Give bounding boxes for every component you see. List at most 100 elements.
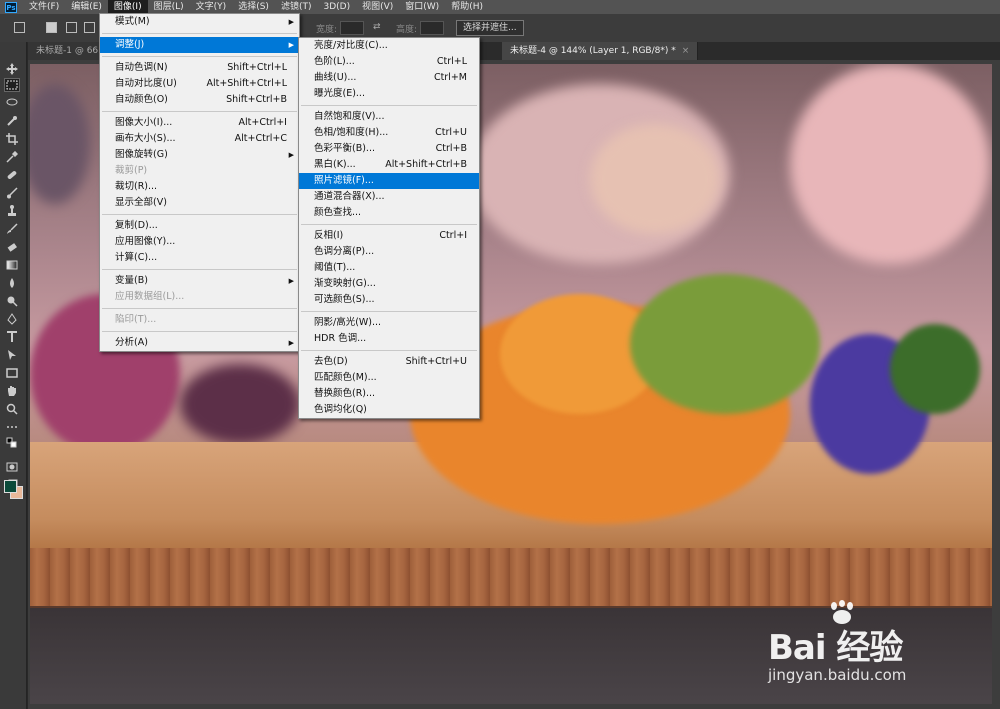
adjust-menu-item-0[interactable]: 亮度/对比度(C)... <box>299 38 479 54</box>
tools-panel <box>0 42 27 709</box>
menu-file[interactable]: 文件(F) <box>23 0 65 14</box>
history-brush-tool-icon[interactable] <box>4 222 20 236</box>
adjust-menu-item-3[interactable]: 曝光度(E)... <box>299 86 479 102</box>
clone-stamp-tool-icon[interactable] <box>4 204 20 218</box>
hand-tool-icon[interactable] <box>4 384 20 398</box>
adjust-menu-item-8[interactable]: 黑白(K)... Alt+Shift+Ctrl+B <box>299 157 479 173</box>
image-menu-separator <box>102 331 297 332</box>
image-menu-item-6[interactable]: 自动颜色(O) Shift+Ctrl+B <box>100 92 299 108</box>
image-menu-item-19[interactable]: 变量(B) ▶ <box>100 273 299 289</box>
menu-select[interactable]: 选择(S) <box>232 0 275 14</box>
quick-mask-icon[interactable] <box>4 460 20 474</box>
move-tool-icon[interactable] <box>4 62 20 76</box>
image-menu-item-17[interactable]: 计算(C)... <box>100 250 299 266</box>
adjust-menu-item-shortcut: Ctrl+L <box>436 56 467 67</box>
image-menu-item-16[interactable]: 应用图像(Y)... <box>100 234 299 250</box>
adjust-menu-item-label: 照片滤镜(F)... <box>314 175 374 186</box>
tab-document-1[interactable]: 未标题-1 @ 66.7 <box>28 42 107 60</box>
image-menu-item-10[interactable]: 图像旋转(G) ▶ <box>100 147 299 163</box>
menu-type[interactable]: 文字(Y) <box>190 0 233 14</box>
image-menu-item-shortcut: Alt+Ctrl+I <box>238 117 288 128</box>
adjust-menu-item-17[interactable]: 可选颜色(S)... <box>299 292 479 308</box>
pen-tool-icon[interactable] <box>4 312 20 326</box>
adjust-menu-item-9[interactable]: 照片滤镜(F)... <box>299 173 479 189</box>
image-menu-item-5[interactable]: 自动对比度(U) Alt+Shift+Ctrl+L <box>100 76 299 92</box>
quick-select-tool-icon[interactable] <box>4 114 20 128</box>
blur-tool-icon[interactable] <box>4 276 20 290</box>
width-field[interactable] <box>340 21 364 35</box>
new-selection-icon[interactable] <box>46 22 57 33</box>
adjust-menu-item-14[interactable]: 色调分离(P)... <box>299 244 479 260</box>
image-menu-item-12[interactable]: 裁切(R)... <box>100 179 299 195</box>
menu-bar: Ps 文件(F) 编辑(E) 图像(I) 图层(L) 文字(Y) 选择(S) 滤… <box>0 0 1000 14</box>
photoshop-logo-icon[interactable]: Ps <box>5 1 17 13</box>
zoom-tool-icon[interactable] <box>4 402 20 416</box>
close-tab-icon[interactable]: × <box>682 46 690 56</box>
adjust-menu-item-11[interactable]: 颜色查找... <box>299 205 479 221</box>
adjust-menu-item-20[interactable]: HDR 色调... <box>299 331 479 347</box>
menu-window[interactable]: 窗口(W) <box>399 0 445 14</box>
adjust-menu-item-label: 匹配颜色(M)... <box>314 372 377 383</box>
image-menu-item-0[interactable]: 模式(M) ▶ <box>100 14 299 30</box>
lasso-tool-icon[interactable] <box>4 96 20 110</box>
image-menu-item-2[interactable]: 调整(J) ▶ <box>100 37 299 53</box>
tab-document-4[interactable]: 未标题-4 @ 144% (Layer 1, RGB/8*) * × <box>502 42 699 60</box>
menu-3d[interactable]: 3D(D) <box>317 0 356 14</box>
image-menu-separator <box>102 308 297 309</box>
height-field[interactable] <box>420 21 444 35</box>
image-menu-item-4[interactable]: 自动色调(N) Shift+Ctrl+L <box>100 60 299 76</box>
brush-tool-icon[interactable] <box>4 186 20 200</box>
foreground-color-swatch[interactable] <box>4 480 17 493</box>
eraser-tool-icon[interactable] <box>4 240 20 254</box>
image-menu-item-13[interactable]: 显示全部(V) <box>100 195 299 211</box>
adjust-menu-item-10[interactable]: 通道混合器(X)... <box>299 189 479 205</box>
image-menu-item-15[interactable]: 复制(D)... <box>100 218 299 234</box>
more-tools-icon[interactable] <box>4 420 20 434</box>
healing-brush-tool-icon[interactable] <box>4 168 20 182</box>
adjust-menu-item-13[interactable]: 反相(I) Ctrl+I <box>299 228 479 244</box>
adjust-menu-item-label: 曝光度(E)... <box>314 88 365 99</box>
menu-help[interactable]: 帮助(H) <box>445 0 489 14</box>
dodge-tool-icon[interactable] <box>4 294 20 308</box>
adjust-menu-item-24[interactable]: 替换颜色(R)... <box>299 386 479 402</box>
submenu-arrow-icon: ▶ <box>288 18 294 26</box>
image-menu-item-24[interactable]: 分析(A) ▶ <box>100 335 299 351</box>
subtract-selection-icon[interactable] <box>84 22 95 33</box>
adjust-menu-item-7[interactable]: 色彩平衡(B)... Ctrl+B <box>299 141 479 157</box>
marquee-tool-icon[interactable] <box>4 78 20 92</box>
swap-icon[interactable]: ⇄ <box>373 22 381 32</box>
adjust-menu-item-label: HDR 色调... <box>314 333 367 344</box>
adjust-menu-item-16[interactable]: 渐变映射(G)... <box>299 276 479 292</box>
path-selection-tool-icon[interactable] <box>4 348 20 362</box>
menu-view[interactable]: 视图(V) <box>356 0 399 14</box>
menu-filter[interactable]: 滤镜(T) <box>275 0 318 14</box>
image-menu-item-9[interactable]: 画布大小(S)... Alt+Ctrl+C <box>100 131 299 147</box>
adjust-menu-item-2[interactable]: 曲线(U)... Ctrl+M <box>299 70 479 86</box>
image-menu-item-shortcut: Alt+Shift+Ctrl+L <box>206 78 287 89</box>
adjust-menu-item-15[interactable]: 阈值(T)... <box>299 260 479 276</box>
crop-tool-icon[interactable] <box>4 132 20 146</box>
gradient-tool-icon[interactable] <box>4 258 20 272</box>
menu-image[interactable]: 图像(I) <box>107 0 148 14</box>
image-menu-item-label: 复制(D)... <box>115 220 158 231</box>
adjust-menu-item-5[interactable]: 自然饱和度(V)... <box>299 109 479 125</box>
select-and-mask-button[interactable]: 选择并遮住... <box>456 20 524 36</box>
eyedropper-tool-icon[interactable] <box>4 150 20 164</box>
adjust-menu-item-22[interactable]: 去色(D) Shift+Ctrl+U <box>299 354 479 370</box>
menu-edit[interactable]: 编辑(E) <box>65 0 108 14</box>
adjust-menu-item-25[interactable]: 色调均化(Q) <box>299 402 479 418</box>
type-tool-icon[interactable] <box>4 330 20 344</box>
image-menu-item-8[interactable]: 图像大小(I)... Alt+Ctrl+I <box>100 115 299 131</box>
marquee-tool-preset-icon[interactable] <box>14 22 25 33</box>
menu-layer[interactable]: 图层(L) <box>148 0 190 14</box>
image-menu-item-label: 自动对比度(U) <box>115 78 177 89</box>
adjust-menu-item-23[interactable]: 匹配颜色(M)... <box>299 370 479 386</box>
adjust-menu-item-6[interactable]: 色相/饱和度(H)... Ctrl+U <box>299 125 479 141</box>
adjust-menu-item-19[interactable]: 阴影/高光(W)... <box>299 315 479 331</box>
add-selection-icon[interactable] <box>66 22 77 33</box>
width-label: 宽度: <box>316 25 338 35</box>
default-colors-icon[interactable] <box>4 437 20 448</box>
adjust-menu-item-shortcut: Ctrl+I <box>439 230 467 241</box>
rectangle-tool-icon[interactable] <box>4 366 20 380</box>
adjust-menu-item-1[interactable]: 色阶(L)... Ctrl+L <box>299 54 479 70</box>
